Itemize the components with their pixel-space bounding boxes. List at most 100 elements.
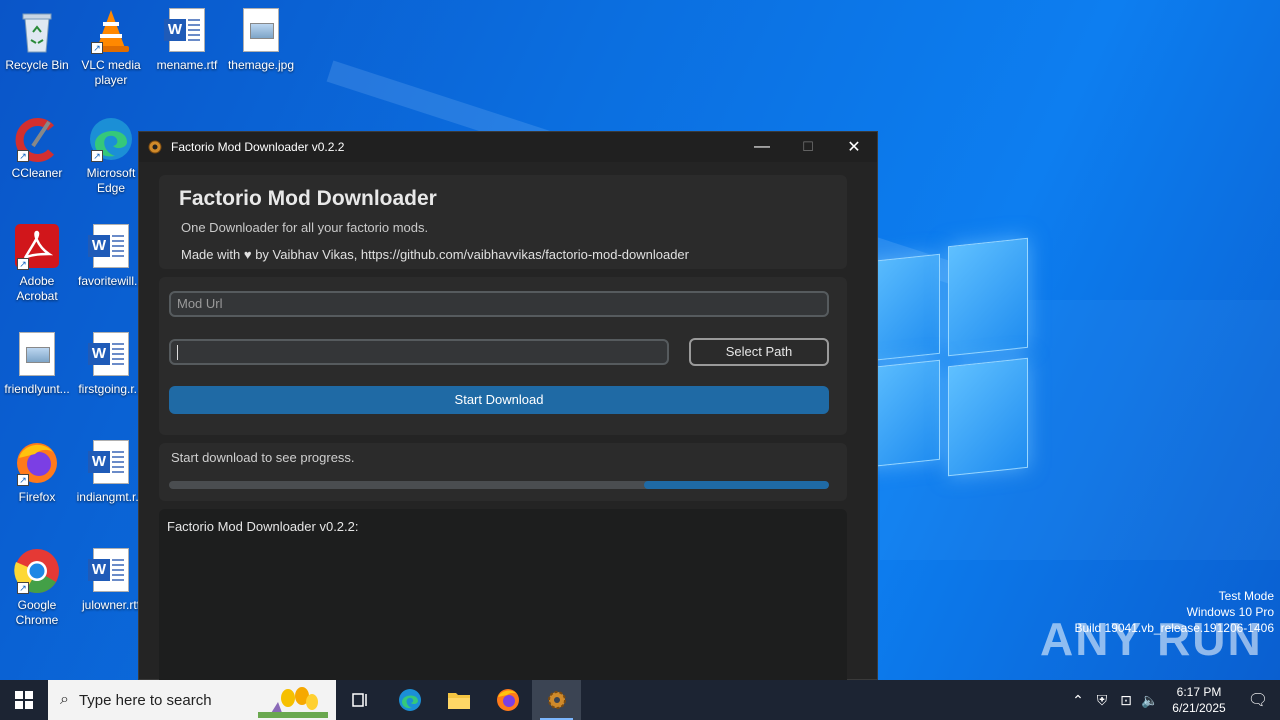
progress-status: Start download to see progress.	[171, 450, 355, 465]
desktop-icon-label: julowner.rtf	[81, 598, 141, 612]
clock-date: 6/21/2025	[1172, 701, 1226, 715]
desktop-icon-label: CCleaner	[11, 166, 63, 180]
progress-bar-fill	[644, 481, 829, 489]
desktop-icon-julowner[interactable]: W julowner.rtf	[74, 548, 148, 613]
desktop-icon-label: Adobe Acrobat	[16, 274, 58, 303]
desktop-icon-microsoft-edge[interactable]: ↗ Microsoft Edge	[74, 116, 148, 196]
desktop-icon-label: Google Chrome	[15, 598, 59, 627]
desktop-icon-label: themage.jpg	[227, 58, 295, 72]
maximize-button[interactable]: ☐	[785, 132, 831, 162]
vlc-icon: ↗	[87, 8, 135, 54]
windows-logo-wallpaper	[860, 237, 1030, 480]
volume-icon[interactable]: 🔈	[1138, 692, 1162, 709]
desktop-icon-label: mename.rtf	[156, 58, 218, 72]
firefox-icon: ↗	[13, 440, 61, 486]
desktop-icon-themage[interactable]: themage.jpg	[224, 8, 298, 73]
select-path-button[interactable]: Select Path	[689, 338, 829, 366]
log-output[interactable]: Factorio Mod Downloader v0.2.2:	[159, 509, 847, 699]
download-path-input[interactable]	[169, 339, 669, 365]
gear-icon	[547, 691, 566, 709]
app-window: Factorio Mod Downloader v0.2.2 — ☐ ✕ Fac…	[138, 131, 878, 699]
watermark-line: Build 19041.vb_release.191206-1406	[1074, 621, 1275, 635]
desktop-icon-label: Microsoft Edge	[86, 166, 136, 195]
shortcut-arrow-icon: ↗	[91, 150, 103, 162]
shortcut-arrow-icon: ↗	[91, 42, 103, 54]
page-title: Factorio Mod Downloader	[179, 187, 437, 210]
desktop-icon-recycle-bin[interactable]: Recycle Bin	[0, 8, 74, 73]
shortcut-arrow-icon: ↗	[17, 150, 29, 162]
taskbar-edge[interactable]	[385, 680, 434, 720]
word-doc-icon: W	[87, 332, 135, 378]
edge-icon: ↗	[87, 116, 135, 162]
security-icon[interactable]: ⛨	[1090, 692, 1114, 709]
progress-frame: Start download to see progress.	[159, 443, 847, 501]
desktop-icon-label: favoritewill...	[77, 274, 145, 288]
search-decoration-icon	[258, 687, 328, 718]
word-doc-icon: W	[87, 440, 135, 486]
firefox-icon	[496, 689, 519, 711]
clock-time: 6:17 PM	[1176, 685, 1222, 699]
desktop-icon-label: firstgoing.r...	[78, 382, 144, 396]
desktop-icon-adobe-acrobat[interactable]: ↗ Adobe Acrobat	[0, 224, 74, 304]
notification-icon[interactable]: 🗨	[1236, 690, 1280, 710]
progress-bar	[169, 481, 829, 489]
watermark-line: Windows 10 Pro	[1186, 605, 1274, 619]
desktop-icon-firefox[interactable]: ↗ Firefox	[0, 440, 74, 505]
system-tray: ⌃ ⛨ ⊡ 🔈 6:17 PM 6/21/2025 🗨	[1066, 680, 1280, 720]
minimize-button[interactable]: —	[739, 132, 785, 162]
desktop-icon-label: Recycle Bin	[5, 58, 69, 72]
task-view-icon	[351, 693, 367, 707]
text-cursor	[177, 345, 178, 361]
image-file-icon	[13, 332, 61, 378]
acrobat-icon: ↗	[13, 224, 61, 270]
ccleaner-icon: ↗	[13, 116, 61, 162]
start-download-button[interactable]: Start Download	[169, 386, 829, 414]
watermark-line: Test Mode	[1218, 589, 1274, 603]
gear-icon	[147, 139, 163, 155]
desktop-icon-indiangmt[interactable]: W indiangmt.r...	[74, 440, 148, 505]
header-frame: Factorio Mod Downloader One Downloader f…	[159, 175, 847, 269]
desktop-icon-ccleaner[interactable]: ↗ CCleaner	[0, 116, 74, 181]
taskbar-factorio-downloader[interactable]	[532, 680, 581, 720]
app-content: Factorio Mod Downloader One Downloader f…	[139, 162, 877, 699]
credit-text: Made with ♥ by Vaibhav Vikas, https://gi…	[181, 247, 689, 262]
desktop-icon-mename[interactable]: W mename.rtf	[150, 8, 224, 73]
desktop-icon-label: VLC media player	[81, 58, 141, 87]
word-doc-icon: W	[87, 224, 135, 270]
network-icon[interactable]: ⊡	[1114, 692, 1138, 709]
edge-icon	[398, 689, 421, 711]
chrome-icon: ↗	[13, 548, 61, 594]
task-view-button[interactable]	[336, 680, 385, 720]
clock[interactable]: 6:17 PM 6/21/2025	[1162, 684, 1236, 716]
folder-icon	[447, 693, 470, 709]
word-doc-icon: W	[163, 8, 211, 54]
desktop-icon-google-chrome[interactable]: ↗ Google Chrome	[0, 548, 74, 628]
mod-url-input[interactable]: Mod Url	[169, 291, 829, 317]
taskbar-file-explorer[interactable]	[434, 680, 483, 720]
window-titlebar[interactable]: Factorio Mod Downloader v0.2.2 — ☐ ✕	[139, 132, 877, 162]
windows-watermark: Test Mode Windows 10 Pro Build 19041.vb_…	[1075, 588, 1275, 636]
desktop-icon-firstgoing[interactable]: W firstgoing.r...	[74, 332, 148, 397]
shortcut-arrow-icon: ↗	[17, 582, 29, 594]
search-placeholder: Type here to search	[78, 691, 212, 709]
window-title: Factorio Mod Downloader v0.2.2	[171, 140, 345, 154]
desktop-icon-label: Firefox	[18, 490, 56, 504]
taskbar: ⌕ Type here to search ⌃ ⛨ ⊡ 🔈 6:17 PM 6/…	[0, 680, 1280, 720]
subtitle: One Downloader for all your factorio mod…	[181, 220, 429, 235]
chevron-up-icon[interactable]: ⌃	[1066, 692, 1090, 709]
close-button[interactable]: ✕	[831, 132, 877, 162]
shortcut-arrow-icon: ↗	[17, 474, 29, 486]
taskbar-search[interactable]: ⌕ Type here to search	[48, 680, 336, 720]
image-file-icon	[237, 8, 285, 54]
taskbar-firefox[interactable]	[483, 680, 532, 720]
desktop-icon-label: indiangmt.r...	[76, 490, 146, 504]
log-line: Factorio Mod Downloader v0.2.2:	[167, 519, 359, 534]
windows-start-icon	[15, 691, 33, 709]
desktop-icon-friendlyunt[interactable]: friendlyunt...	[0, 332, 74, 397]
start-button[interactable]	[0, 680, 48, 720]
desktop-icon-label: friendlyunt...	[4, 382, 70, 396]
desktop-icon-favoritewill[interactable]: W favoritewill...	[74, 224, 148, 289]
search-icon: ⌕	[60, 691, 69, 708]
desktop-icon-vlc[interactable]: ↗ VLC media player	[74, 8, 148, 88]
word-doc-icon: W	[87, 548, 135, 594]
